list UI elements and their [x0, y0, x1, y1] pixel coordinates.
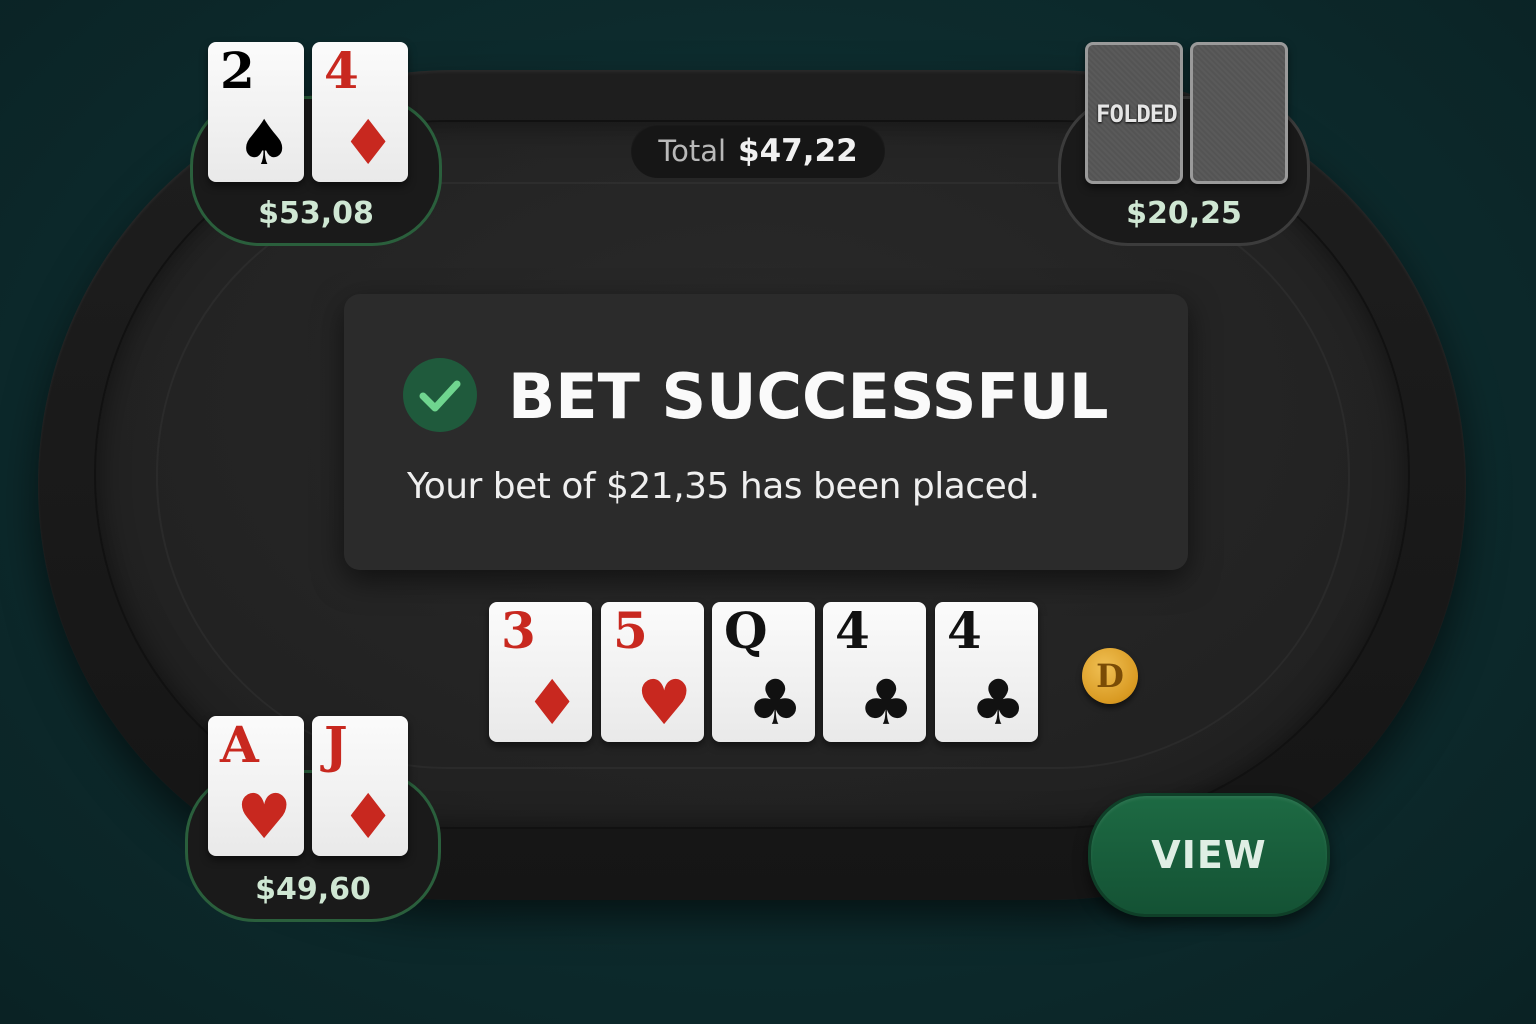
pot-value: $47,22	[738, 133, 858, 169]
board-card: 4 ♣	[935, 602, 1038, 742]
card-rank: 5	[613, 601, 648, 660]
club-icon: ♣	[858, 666, 914, 739]
player-stack: $49,60	[255, 872, 371, 907]
card-rank: 4	[324, 41, 359, 100]
card-rank: 4	[835, 601, 870, 660]
diamond-icon: ♦	[524, 666, 580, 739]
board-card: 5 ♥	[601, 602, 704, 742]
diamond-icon: ♦	[340, 780, 396, 853]
board-card: 4 ♣	[823, 602, 926, 742]
club-icon: ♣	[747, 666, 803, 739]
hole-card: 4 ♦	[312, 42, 408, 182]
folded-card-back	[1190, 42, 1288, 184]
folded-status: FOLDED	[1096, 100, 1178, 128]
heart-icon: ♥	[236, 780, 292, 853]
spade-icon: ♠	[236, 106, 292, 179]
card-rank: A	[220, 715, 259, 774]
club-icon: ♣	[970, 666, 1026, 739]
diamond-icon: ♦	[340, 106, 396, 179]
toast-title: BET SUCCESSFUL	[508, 360, 1109, 433]
player-stack: $20,25	[1126, 196, 1242, 231]
card-rank: 4	[947, 601, 982, 660]
hole-card: J ♦	[312, 716, 408, 856]
view-button[interactable]: VIEW	[1088, 793, 1330, 917]
player-stack: $53,08	[258, 196, 374, 231]
dealer-button: D	[1082, 648, 1138, 704]
board-card: 3 ♦	[489, 602, 592, 742]
card-rank: J	[324, 715, 348, 774]
heart-icon: ♥	[636, 666, 692, 739]
hole-card: A ♥	[208, 716, 304, 856]
pot-label: Total	[658, 134, 727, 168]
hole-card: 2 ♠	[208, 42, 304, 182]
board-card: Q ♣	[712, 602, 815, 742]
pot-total: Total $47,22	[631, 124, 885, 178]
card-rank: 3	[501, 601, 536, 660]
card-rank: Q	[724, 601, 768, 660]
toast-message: Your bet of $21,35 has been placed.	[407, 466, 1040, 507]
bet-success-toast: BET SUCCESSFUL Your bet of $21,35 has be…	[344, 294, 1188, 570]
check-circle-icon	[403, 358, 477, 432]
card-rank: 2	[220, 41, 255, 100]
